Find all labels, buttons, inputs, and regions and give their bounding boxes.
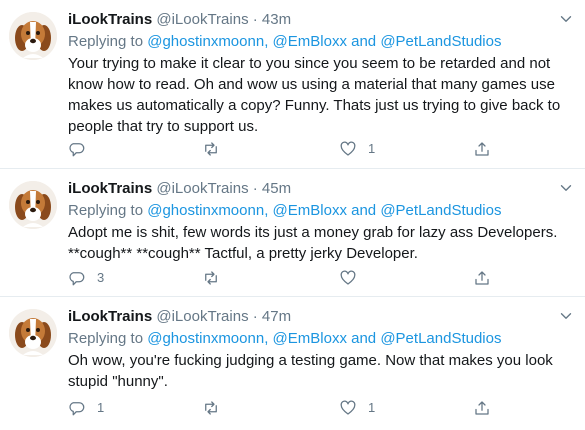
mention-separator: ,: [264, 330, 273, 347]
author-name[interactable]: iLookTrains: [68, 11, 152, 28]
tweet-time[interactable]: 47m: [262, 308, 291, 325]
heart-icon: [339, 399, 357, 417]
retweet-button[interactable]: [202, 398, 231, 418]
reply-icon: [68, 399, 86, 417]
mention-link[interactable]: @EmBloxx: [273, 33, 347, 50]
replying-prefix: Replying to: [68, 330, 148, 347]
replying-prefix: Replying to: [68, 33, 148, 50]
retweet-button[interactable]: [202, 268, 231, 288]
heart-icon: [339, 269, 357, 287]
mention-separator[interactable]: and: [347, 330, 380, 347]
tweet-time[interactable]: 45m: [262, 180, 291, 197]
share-button[interactable]: [473, 268, 491, 288]
mention-link[interactable]: @EmBloxx: [273, 202, 347, 219]
dog-avatar-icon[interactable]: [9, 181, 57, 229]
tweet-actions: 1: [68, 139, 508, 159]
share-icon: [473, 399, 491, 417]
tweet-time[interactable]: 43m: [262, 11, 291, 28]
share-icon: [473, 269, 491, 287]
author-handle[interactable]: @iLookTrains: [156, 180, 248, 197]
like-button[interactable]: 1: [339, 139, 375, 159]
replying-to: Replying to @ghostinxmoonn, @EmBloxx and…: [68, 201, 501, 221]
reply-count: 3: [97, 270, 105, 285]
chevron-down-icon[interactable]: [557, 10, 575, 28]
separator-dot: ·: [252, 11, 258, 28]
replying-to: Replying to @ghostinxmoonn, @EmBloxx and…: [68, 329, 501, 349]
reply-button[interactable]: 3: [68, 268, 104, 288]
mention-separator: ,: [264, 33, 273, 50]
reply-icon: [68, 269, 86, 287]
share-button[interactable]: [473, 398, 491, 418]
tweet-header: iLookTrains @iLookTrains · 43m: [68, 10, 291, 30]
like-count: 1: [368, 141, 376, 156]
dog-avatar-icon[interactable]: [9, 309, 57, 357]
mention-separator: ,: [264, 202, 273, 219]
mention-link[interactable]: @ghostinxmoonn: [147, 33, 264, 50]
retweet-icon: [202, 399, 220, 417]
tweet-timeline: iLookTrains @iLookTrains · 43m Replying …: [0, 0, 585, 430]
separator-dot: ·: [252, 180, 258, 197]
chevron-down-icon[interactable]: [557, 179, 575, 197]
mention-link[interactable]: @ghostinxmoonn: [147, 202, 264, 219]
tweet[interactable]: iLookTrains @iLookTrains · 47m Replying …: [0, 297, 585, 430]
mention-link[interactable]: @EmBloxx: [273, 330, 347, 347]
heart-icon: [339, 140, 357, 158]
tweet-actions: 1 1: [68, 398, 508, 418]
like-button[interactable]: [339, 268, 368, 288]
like-button[interactable]: 1: [339, 398, 375, 418]
mention-link[interactable]: @PetLandStudios: [380, 33, 501, 50]
tweet-header: iLookTrains @iLookTrains · 45m: [68, 179, 291, 199]
retweet-icon: [202, 269, 220, 287]
mention-separator[interactable]: and: [347, 202, 380, 219]
replying-prefix: Replying to: [68, 202, 148, 219]
mention-link[interactable]: @PetLandStudios: [380, 202, 501, 219]
reply-button[interactable]: [68, 139, 97, 159]
chevron-down-icon[interactable]: [557, 307, 575, 325]
like-count: 1: [368, 400, 376, 415]
tweet-text: Your trying to make it clear to you sinc…: [68, 55, 565, 135]
author-handle[interactable]: @iLookTrains: [156, 11, 248, 28]
tweet-actions: 3: [68, 268, 508, 288]
author-name[interactable]: iLookTrains: [68, 308, 152, 325]
tweet[interactable]: iLookTrains @iLookTrains · 43m Replying …: [0, 0, 585, 169]
share-icon: [473, 140, 491, 158]
mention-link[interactable]: @ghostinxmoonn: [147, 330, 264, 347]
tweet-text: Adopt me is shit, few words its just a m…: [68, 224, 558, 262]
dog-avatar-icon[interactable]: [9, 12, 57, 60]
author-name[interactable]: iLookTrains: [68, 180, 152, 197]
reply-button[interactable]: 1: [68, 398, 104, 418]
tweet[interactable]: iLookTrains @iLookTrains · 45m Replying …: [0, 169, 585, 297]
retweet-icon: [202, 140, 220, 158]
tweet-text: Oh wow, you're fucking judging a testing…: [68, 352, 557, 390]
author-handle[interactable]: @iLookTrains: [156, 308, 248, 325]
retweet-button[interactable]: [202, 139, 231, 159]
separator-dot: ·: [252, 308, 258, 325]
replying-to: Replying to @ghostinxmoonn, @EmBloxx and…: [68, 32, 501, 52]
reply-icon: [68, 140, 86, 158]
share-button[interactable]: [473, 139, 491, 159]
mention-link[interactable]: @PetLandStudios: [380, 330, 501, 347]
mention-separator[interactable]: and: [347, 33, 380, 50]
reply-count: 1: [97, 400, 105, 415]
tweet-header: iLookTrains @iLookTrains · 47m: [68, 307, 291, 327]
